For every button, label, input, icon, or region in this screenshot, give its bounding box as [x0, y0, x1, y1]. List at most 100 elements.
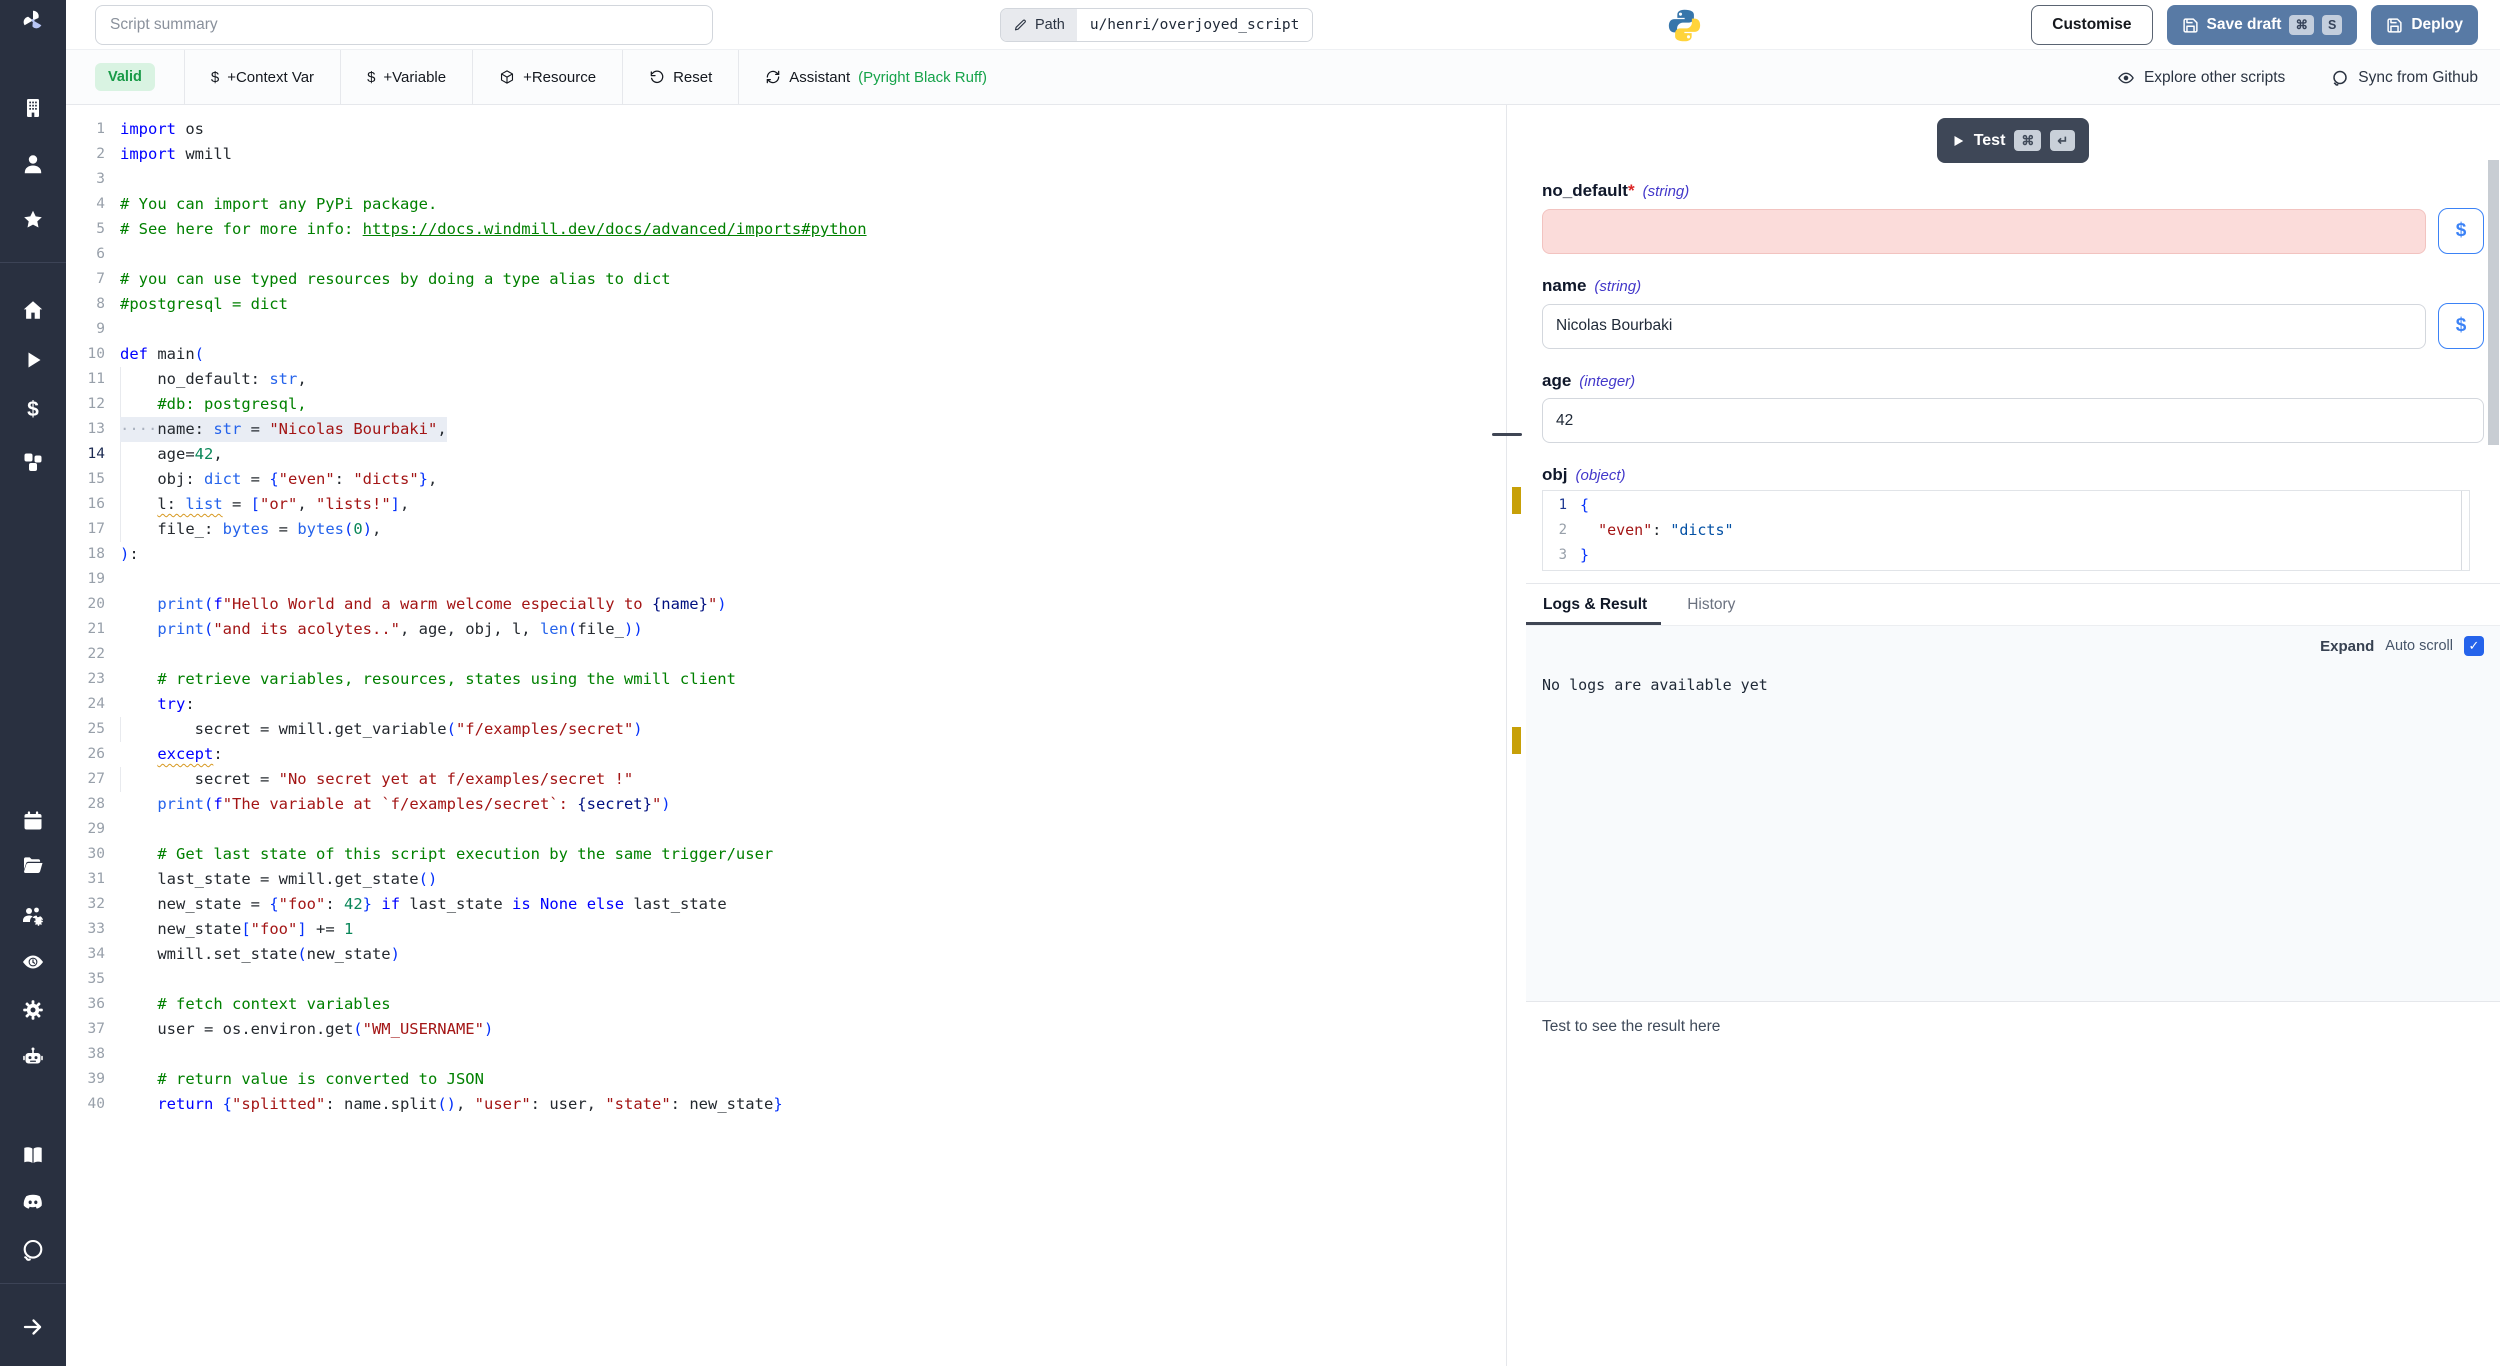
play-icon: [1951, 134, 1965, 148]
code-line: 4# You can import any PyPi package.: [66, 192, 1506, 217]
code-line: 27 secret = "No secret yet at f/examples…: [66, 767, 1506, 792]
reset-button[interactable]: Reset: [623, 50, 738, 104]
runs-play-icon[interactable]: [20, 347, 46, 373]
user-icon[interactable]: [20, 151, 46, 177]
panel-resize-handle[interactable]: [1492, 433, 1522, 436]
add-variable-button[interactable]: $ +Variable: [341, 50, 472, 104]
path-value: u/henri/overjoyed_script: [1077, 9, 1313, 41]
tab-logs-result[interactable]: Logs & Result: [1541, 584, 1649, 625]
code-line: 21 print("and its acolytes..", age, obj,…: [66, 617, 1506, 642]
expand-sidebar-arrow-icon[interactable]: [20, 1314, 46, 1340]
discord-icon[interactable]: [20, 1189, 46, 1215]
enter-key-badge: ↵: [2050, 130, 2075, 151]
add-resource-button[interactable]: +Resource: [473, 50, 622, 104]
groups-icon[interactable]: [20, 903, 46, 929]
code-line: 38: [66, 1042, 1506, 1067]
path-badge[interactable]: Path u/henri/overjoyed_script: [1000, 8, 1313, 42]
dollar-icon: $: [211, 69, 219, 86]
ai-robot-icon[interactable]: [20, 1044, 46, 1070]
windmill-script-editor: $: [0, 0, 2500, 1366]
field-type: (object): [1576, 467, 1626, 484]
code-line: 9: [66, 317, 1506, 342]
code-line: 1{: [1543, 493, 2469, 518]
tab-history[interactable]: History: [1685, 584, 1737, 625]
explore-other-scripts-button[interactable]: Explore other scripts: [2117, 69, 2285, 87]
github-icon: [2331, 69, 2349, 87]
code-line: 1import os: [66, 117, 1506, 142]
code-line: 8#postgresql = dict: [66, 292, 1506, 317]
sidebar-divider: [0, 262, 66, 263]
code-line: 17 file_: bytes = bytes(0),: [66, 517, 1506, 542]
code-line: 32 new_state = {"foo": 42} if last_state…: [66, 892, 1506, 917]
code-line: 2 "even": "dicts": [1543, 518, 2469, 543]
add-context-var-button[interactable]: $ +Context Var: [185, 50, 340, 104]
code-line: 3}: [1543, 543, 2469, 568]
code-line: 39 # return value is converted to JSON: [66, 1067, 1506, 1092]
insert-variable-button[interactable]: $: [2438, 303, 2484, 349]
path-label: Path: [1035, 17, 1065, 33]
field-type: (string): [1643, 183, 1690, 200]
field-label: name: [1542, 276, 1586, 296]
pencil-icon: [1013, 18, 1028, 33]
code-editor[interactable]: 1import os2import wmill34# You can impor…: [66, 105, 1506, 1366]
field-obj: obj (object): [1526, 443, 2500, 485]
code-line: 28 print(f"The variable at `f/examples/s…: [66, 792, 1506, 817]
deploy-label: Deploy: [2411, 16, 2463, 34]
save-icon: [2386, 17, 2403, 34]
age-input[interactable]: [1542, 398, 2484, 443]
folders-icon[interactable]: [20, 852, 46, 878]
sync-from-github-button[interactable]: Sync from Github: [2331, 69, 2478, 87]
sidebar-divider: [0, 1283, 66, 1284]
settings-gear-icon[interactable]: [20, 997, 46, 1023]
no-default-input[interactable]: [1542, 209, 2426, 254]
code-line: 37 user = os.environ.get("WM_USERNAME"): [66, 1017, 1506, 1042]
warning-marker: [1512, 727, 1521, 754]
autoscroll-checkbox[interactable]: ✓: [2464, 636, 2484, 656]
favorites-star-icon[interactable]: [20, 207, 46, 233]
result-area: Test to see the result here: [1526, 1001, 2500, 1366]
workspace-icon[interactable]: [20, 95, 46, 121]
panel-scrollbar[interactable]: [2488, 160, 2499, 445]
eye-icon: [2117, 69, 2135, 87]
resources-cubes-icon[interactable]: [20, 449, 46, 475]
assistant-linters: (Pyright Black Ruff): [858, 69, 987, 86]
preview-panel: Test ⌘ ↵ no_default* (string) $ name (st…: [1526, 105, 2500, 1366]
field-age: age (integer): [1526, 349, 2500, 443]
script-summary-input[interactable]: [95, 5, 713, 45]
test-button[interactable]: Test ⌘ ↵: [1937, 118, 2090, 163]
deploy-button[interactable]: Deploy: [2371, 5, 2478, 45]
code-line: 13····name: str = "Nicolas Bourbaki",: [66, 417, 1506, 442]
code-line: 11 no_default: str,: [66, 367, 1506, 392]
code-line: 29: [66, 817, 1506, 842]
docs-book-icon[interactable]: [20, 1142, 46, 1168]
undo-icon: [649, 69, 665, 85]
refresh-icon: [765, 69, 781, 85]
save-draft-label: Save draft: [2207, 16, 2282, 34]
variables-dollar-icon[interactable]: $: [20, 397, 46, 423]
code-line: 36 # fetch context variables: [66, 992, 1506, 1017]
code-line: 15 obj: dict = {"even": "dicts"},: [66, 467, 1506, 492]
field-type: (integer): [1579, 373, 1635, 390]
audit-logs-eye-icon[interactable]: [20, 949, 46, 975]
github-icon[interactable]: [20, 1237, 46, 1263]
windmill-logo-icon[interactable]: [20, 8, 46, 34]
code-line: 33 new_state["foo"] += 1: [66, 917, 1506, 942]
obj-json-editor[interactable]: 1{2 "even": "dicts"3}: [1542, 490, 2470, 571]
field-label: obj: [1542, 465, 1568, 485]
schedules-calendar-icon[interactable]: [20, 808, 46, 834]
customise-button[interactable]: Customise: [2031, 5, 2152, 45]
insert-variable-button[interactable]: $: [2438, 208, 2484, 254]
home-icon[interactable]: [20, 297, 46, 323]
field-label: age: [1542, 371, 1571, 391]
test-label: Test: [1974, 132, 2006, 150]
code-line: 30 # Get last state of this script execu…: [66, 842, 1506, 867]
code-line: 2import wmill: [66, 142, 1506, 167]
package-icon: [499, 69, 515, 85]
logs-area: Expand Auto scroll ✓ No logs are availab…: [1526, 625, 2500, 1001]
panel-divider: [1506, 105, 1507, 1366]
save-draft-button[interactable]: Save draft ⌘ S: [2167, 5, 2358, 45]
expand-button[interactable]: Expand: [2320, 638, 2374, 655]
cmd-key-badge: ⌘: [2289, 15, 2314, 35]
assistant-button[interactable]: Assistant (Pyright Black Ruff): [739, 50, 1013, 104]
name-input[interactable]: [1542, 304, 2426, 349]
